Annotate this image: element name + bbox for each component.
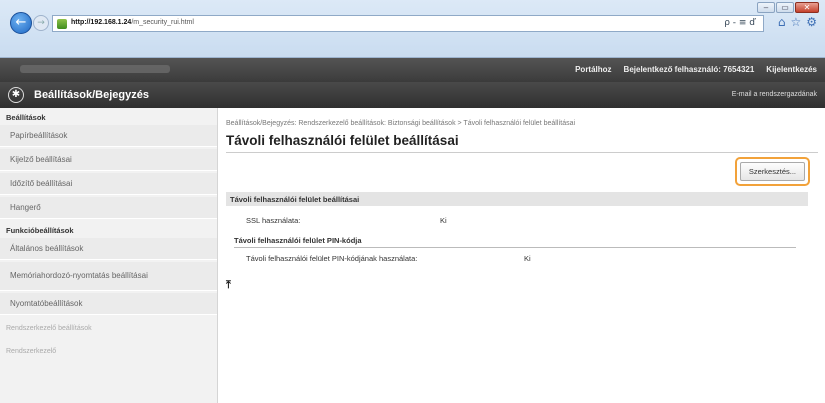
pin-label: Távoli felhasználói felület PIN-kódjának… bbox=[246, 254, 418, 263]
breadcrumb: Beállítások/Bejegyzés: Rendszerkezelő be… bbox=[226, 120, 576, 127]
home-icon[interactable]: ⌂ bbox=[778, 15, 786, 29]
sidebar-section-functions: Funkcióbeállítások bbox=[6, 226, 74, 235]
maximize-button[interactable]: ▭ bbox=[776, 2, 794, 13]
address-bar[interactable]: http://192.168.1.24/m_security_rui.html … bbox=[52, 15, 764, 32]
edit-button[interactable]: Szerkesztés... bbox=[739, 162, 805, 181]
browser-chrome: – ▭ ✕ ← → http://192.168.1.24/m_security… bbox=[0, 0, 825, 58]
minimize-button[interactable]: – bbox=[757, 2, 775, 13]
address-url: http://192.168.1.24/m_security_rui.html bbox=[71, 19, 194, 26]
section-title: Beállítások/Bejegyzés bbox=[34, 89, 149, 101]
sidebar-section-settings: Beállítások bbox=[6, 113, 46, 122]
pin-value: Ki bbox=[524, 254, 531, 263]
page-title: Távoli felhasználói felület beállításai bbox=[226, 133, 818, 153]
mail-admin-link[interactable]: E-mail a rendszergazdának bbox=[732, 91, 817, 98]
page-favicon-icon bbox=[57, 19, 67, 29]
settings-header: ✱ Beállítások/Bejegyzés E-mail a rendsze… bbox=[0, 82, 825, 108]
sidebar: Beállítások Papírbeállítások Kijelző beá… bbox=[0, 108, 218, 403]
logout-link[interactable]: Kijelentkezés bbox=[766, 65, 817, 74]
sidebar-item-display[interactable]: Kijelző beállításai bbox=[0, 149, 217, 171]
pin-section-header: Távoli felhasználói felület PIN-kódja bbox=[234, 236, 796, 248]
sidebar-item-general[interactable]: Általános beállítások bbox=[0, 238, 217, 260]
top-links: Portálhoz Bejelentkező felhasználó: 7654… bbox=[575, 65, 817, 74]
close-button[interactable]: ✕ bbox=[795, 2, 819, 13]
logged-in-user: Bejelentkező felhasználó: 7654321 bbox=[623, 65, 755, 74]
settings-gear-icon[interactable]: ⚙ bbox=[806, 15, 817, 29]
sidebar-section-admin: Rendszerkezelő beállítások bbox=[6, 325, 92, 332]
address-tools[interactable]: ρ - ≡ ď bbox=[724, 18, 755, 28]
ssl-label: SSL használata: bbox=[246, 216, 301, 225]
section-header: Távoli felhasználói felület beállításai bbox=[226, 192, 808, 206]
forward-arrow-icon[interactable]: → bbox=[33, 15, 49, 31]
sidebar-item-paper[interactable]: Papírbeállítások bbox=[0, 125, 217, 147]
sidebar-item-media-print[interactable]: Memóriahordozó-nyomtatás beállításai bbox=[0, 262, 217, 291]
back-to-top-icon[interactable]: ⤒ bbox=[226, 278, 231, 292]
favorites-star-icon[interactable]: ☆ bbox=[790, 15, 801, 29]
back-arrow-icon[interactable]: ← bbox=[10, 12, 32, 34]
device-name-blurred bbox=[20, 65, 170, 73]
sidebar-item-timer[interactable]: Időzítő beállításai bbox=[0, 173, 217, 195]
window-controls: – ▭ ✕ bbox=[757, 2, 819, 13]
sidebar-item-printer[interactable]: Nyomtatóbeállítások bbox=[0, 293, 217, 315]
sidebar-item-volume[interactable]: Hangerő bbox=[0, 197, 217, 219]
browser-toolbar-icons: ⌂ ☆ ⚙ bbox=[778, 15, 817, 29]
edit-button-highlight: Szerkesztés... bbox=[734, 157, 810, 186]
ssl-value: Ki bbox=[440, 216, 447, 225]
top-bar: Portálhoz Bejelentkező felhasználó: 7654… bbox=[0, 58, 825, 82]
sidebar-item-admin[interactable]: Rendszerkezelő bbox=[0, 340, 217, 363]
settings-registration-icon: ✱ bbox=[8, 87, 24, 103]
main-content: Beállítások/Bejegyzés: Rendszerkezelő be… bbox=[226, 108, 818, 291]
portal-link[interactable]: Portálhoz bbox=[575, 65, 611, 74]
